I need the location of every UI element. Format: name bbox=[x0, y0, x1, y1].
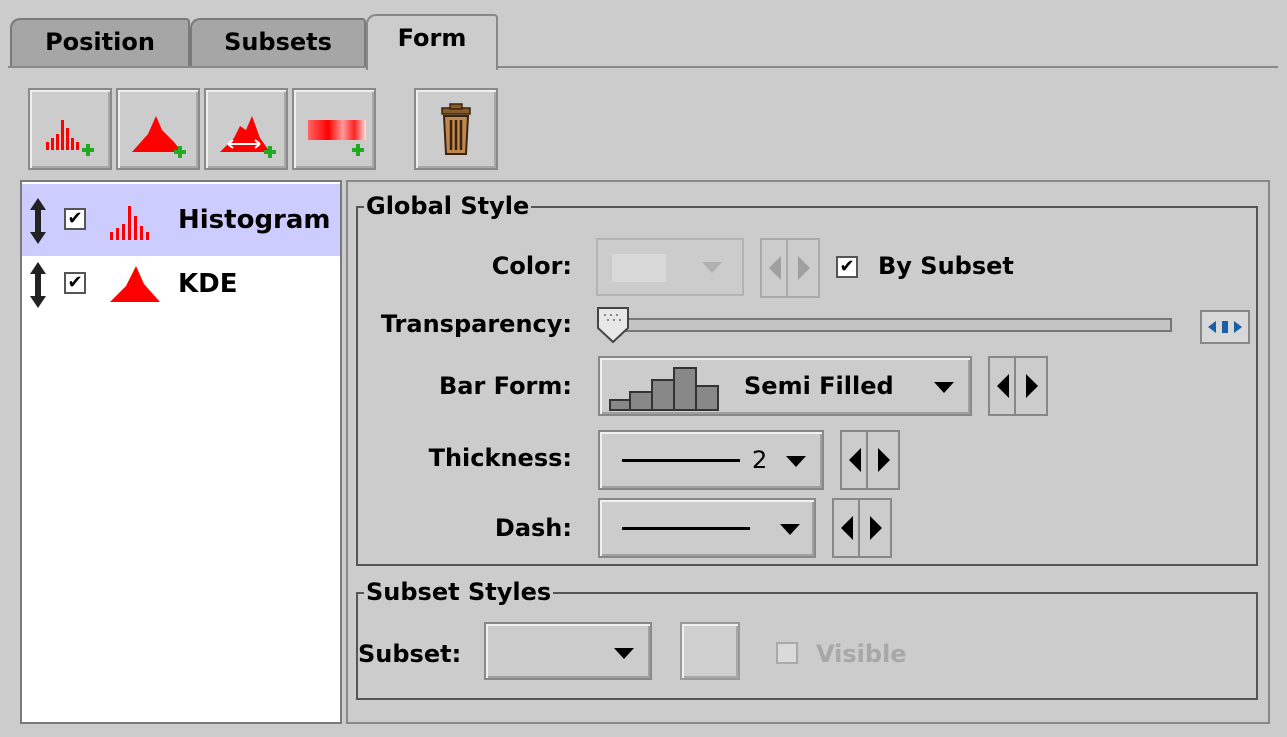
chevron-down-icon bbox=[780, 524, 800, 535]
tab-form[interactable]: Form bbox=[366, 14, 498, 70]
histogram-icon bbox=[110, 206, 149, 240]
subset-label: Subset: bbox=[358, 640, 462, 668]
subset-selector[interactable] bbox=[484, 622, 652, 680]
chevron-left-icon bbox=[849, 448, 861, 472]
tab-divider bbox=[8, 66, 1278, 68]
line-sample-icon bbox=[622, 459, 740, 462]
trash-icon bbox=[441, 103, 471, 155]
bar-form-selector[interactable]: Semi Filled bbox=[598, 356, 972, 416]
bar-form-stepper[interactable] bbox=[988, 356, 1048, 416]
layer-label: Histogram bbox=[178, 205, 331, 235]
add-kde-button[interactable] bbox=[116, 88, 200, 170]
chevron-down-icon bbox=[614, 648, 634, 659]
thickness-label: Thickness: bbox=[428, 444, 572, 472]
chevron-left-icon bbox=[769, 256, 781, 280]
add-densogram-icon bbox=[308, 120, 366, 156]
transparency-slider-track[interactable] bbox=[602, 318, 1172, 332]
color-stepper[interactable] bbox=[760, 238, 820, 298]
tab-subsets[interactable]: Subsets bbox=[190, 18, 366, 68]
add-kde-icon bbox=[132, 116, 186, 158]
subset-styles-title: Subset Styles bbox=[364, 578, 554, 606]
chevron-left-icon bbox=[997, 374, 1009, 398]
by-subset-checkbox[interactable]: ✔ bbox=[836, 256, 858, 278]
tab-subsets-label: Subsets bbox=[224, 28, 332, 56]
chevron-right-icon bbox=[870, 516, 882, 540]
thickness-selector[interactable]: 2 bbox=[598, 430, 824, 490]
chevron-right-icon bbox=[1026, 374, 1038, 398]
chevron-down-icon bbox=[786, 456, 806, 467]
tab-position[interactable]: Position bbox=[10, 18, 190, 68]
subset-color-button[interactable] bbox=[680, 622, 740, 680]
resize-icon bbox=[1208, 321, 1242, 333]
thickness-value: 2 bbox=[752, 446, 768, 474]
layer-list: ✔ Histogram ✔ KDE bbox=[20, 180, 342, 724]
chevron-down-icon bbox=[934, 382, 954, 393]
visible-checkbox[interactable] bbox=[776, 642, 798, 664]
chevron-left-icon bbox=[841, 516, 853, 540]
dash-label: Dash: bbox=[494, 514, 572, 542]
add-densogram-button[interactable] bbox=[292, 88, 376, 170]
dash-stepper[interactable] bbox=[832, 498, 892, 558]
tab-form-label: Form bbox=[397, 24, 467, 52]
chevron-right-icon bbox=[798, 256, 810, 280]
bar-form-label: Bar Form: bbox=[438, 372, 572, 400]
layer-visibility-checkbox[interactable]: ✔ bbox=[64, 272, 86, 294]
color-swatch bbox=[612, 254, 666, 282]
color-label: Color: bbox=[491, 252, 572, 280]
thickness-stepper[interactable] bbox=[840, 430, 900, 490]
add-histogram-button[interactable] bbox=[28, 88, 112, 170]
transparency-slider-thumb[interactable] bbox=[596, 306, 632, 344]
add-knn-icon bbox=[220, 116, 276, 158]
drag-handle-icon[interactable] bbox=[28, 196, 48, 246]
visible-label: Visible bbox=[816, 640, 907, 668]
global-style-title: Global Style bbox=[364, 192, 532, 220]
chevron-right-icon bbox=[878, 448, 890, 472]
chevron-down-icon bbox=[702, 262, 722, 273]
layer-row-kde[interactable]: ✔ KDE bbox=[22, 256, 340, 328]
delete-layer-button[interactable] bbox=[414, 88, 498, 170]
bar-form-value: Semi Filled bbox=[744, 372, 894, 400]
add-histogram-icon bbox=[46, 120, 94, 156]
layer-row-histogram[interactable]: ✔ Histogram bbox=[22, 184, 340, 256]
layer-visibility-checkbox[interactable]: ✔ bbox=[64, 208, 86, 230]
by-subset-label: By Subset bbox=[878, 252, 1014, 280]
dash-selector[interactable] bbox=[598, 498, 816, 558]
transparency-label: Transparency: bbox=[380, 310, 572, 338]
kde-icon bbox=[110, 266, 160, 302]
color-selector[interactable] bbox=[596, 238, 744, 296]
semi-filled-bars-icon bbox=[609, 367, 719, 411]
add-knn-button[interactable] bbox=[204, 88, 288, 170]
dash-sample-icon bbox=[622, 527, 750, 530]
layer-label: KDE bbox=[178, 269, 238, 299]
drag-handle-icon[interactable] bbox=[28, 260, 48, 310]
slider-reset-button[interactable] bbox=[1200, 310, 1250, 344]
tab-position-label: Position bbox=[45, 28, 155, 56]
